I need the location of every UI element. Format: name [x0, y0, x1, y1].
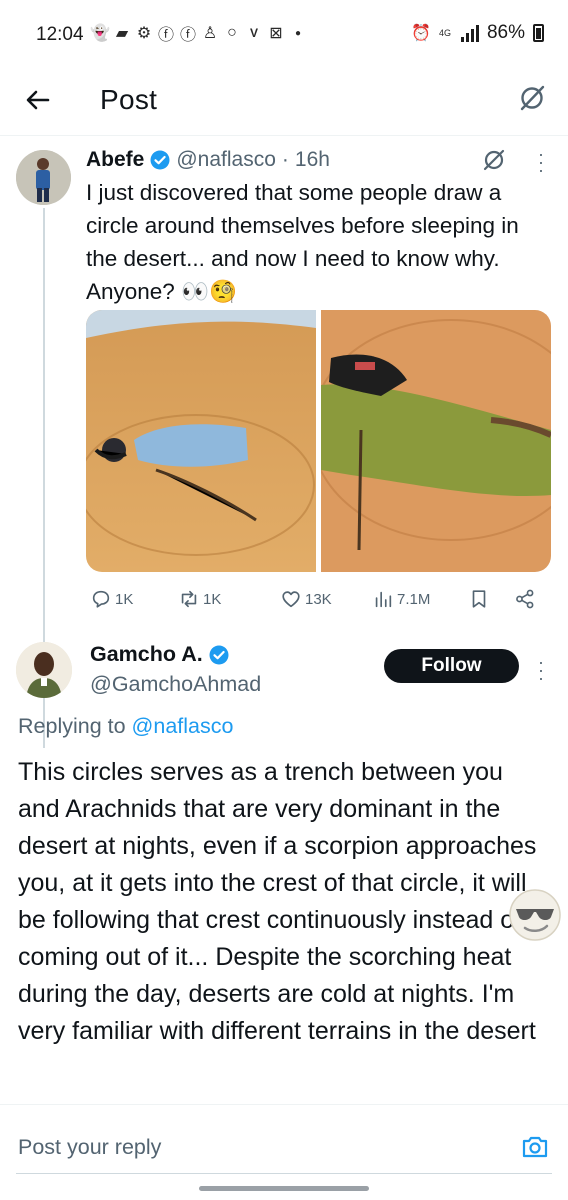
views-count: 7.1M [397, 590, 431, 608]
signal-icon [460, 24, 479, 42]
circle-icon: ○ [227, 24, 237, 41]
message-icon: ▰ [115, 25, 129, 42]
reply-post[interactable]: Gamcho A. @GamchoAhmad Follow · · · Replyi… [0, 624, 568, 1104]
more-options-icon[interactable]: · · · [534, 653, 548, 687]
grok-icon[interactable] [482, 148, 506, 172]
dot-icon: ● [294, 27, 302, 39]
avatar[interactable] [16, 642, 72, 698]
top-app-bar: Post [0, 66, 568, 136]
media-image-2[interactable] [321, 310, 551, 572]
original-post[interactable]: Abefe @naflasco · 16h · · · I just discove… [0, 136, 568, 748]
facebook-icon: ⓕ [158, 27, 175, 44]
add-user-icon: ♙ [202, 25, 218, 42]
sunglasses-emoji-icon [509, 889, 561, 941]
post-header: Abefe @naflasco · 16h [86, 148, 330, 172]
post-text: I just discovered that some people draw … [86, 180, 519, 304]
author-handle[interactable]: @GamchoAhmad [90, 672, 261, 697]
replying-prefix: Replying to [18, 714, 132, 738]
verified-badge-icon [209, 645, 229, 664]
composer-divider [16, 1173, 552, 1174]
more-options-icon[interactable]: · · · [534, 145, 548, 179]
author-handle[interactable]: @naflasco [176, 148, 276, 172]
status-time: 12:04 [36, 24, 84, 45]
share-icon [516, 589, 534, 609]
settings-icon: ⚙ [136, 25, 152, 42]
home-indicator[interactable] [199, 1186, 369, 1191]
separator-dot: · [281, 148, 289, 171]
reply-input[interactable]: Post your reply [18, 1135, 161, 1160]
replying-to: Replying to @naflasco [18, 714, 233, 739]
facebook-icon: ⓕ [180, 27, 197, 44]
reply-icon [92, 590, 110, 608]
like-action[interactable]: 13K [280, 588, 332, 610]
repost-action[interactable]: 1K [178, 588, 221, 610]
like-count: 13K [305, 590, 332, 608]
post-time: 16h [294, 148, 330, 171]
back-arrow-icon[interactable] [22, 84, 54, 116]
post-actions: 1K 1K 13K 7.1M [86, 584, 556, 614]
share-action[interactable] [514, 588, 536, 610]
grok-icon[interactable] [518, 84, 546, 112]
author-name[interactable]: Abefe [86, 148, 144, 172]
reply-action[interactable]: 1K [90, 588, 133, 610]
x-icon: ⊠ [269, 25, 283, 42]
page-title: Post [100, 84, 158, 115]
post-media[interactable] [86, 310, 551, 572]
reply-text: This circles serves as a trench between … [18, 758, 537, 1045]
author-name[interactable]: Gamcho A. [90, 642, 203, 667]
alarm-icon: ⏰ [411, 25, 431, 42]
views-action[interactable]: 7.1M [372, 588, 430, 610]
bookmark-action[interactable] [468, 588, 490, 610]
repost-count: 1K [203, 590, 222, 608]
reply-author: Gamcho A. [90, 642, 229, 667]
battery-icon [533, 24, 544, 42]
verified-badge-icon [150, 150, 170, 170]
avatar[interactable] [16, 150, 71, 205]
notification-icons: 👻 ▰ ⚙ ⓕ ⓕ ♙ ○ V ⊠ ● [90, 24, 306, 44]
data-icon: 4G [438, 27, 451, 38]
battery-percent: 86% [486, 22, 525, 43]
repost-icon [181, 590, 197, 608]
system-icons: ⏰ 4G 86% [411, 22, 544, 44]
replying-handle-link[interactable]: @naflasco [132, 714, 234, 738]
views-icon [375, 591, 392, 608]
heart-icon [282, 591, 300, 608]
follow-button[interactable]: Follow [384, 649, 519, 683]
vodafone-icon: V [249, 26, 258, 40]
status-bar: 12:04 👻 ▰ ⚙ ⓕ ⓕ ♙ ○ V ⊠ ● ⏰ 4G 86% [0, 0, 568, 66]
media-image-1[interactable] [86, 310, 316, 572]
reply-count: 1K [115, 590, 134, 608]
bookmark-icon [472, 590, 486, 608]
snapchat-icon: 👻 [90, 25, 110, 42]
camera-icon[interactable] [520, 1132, 550, 1162]
